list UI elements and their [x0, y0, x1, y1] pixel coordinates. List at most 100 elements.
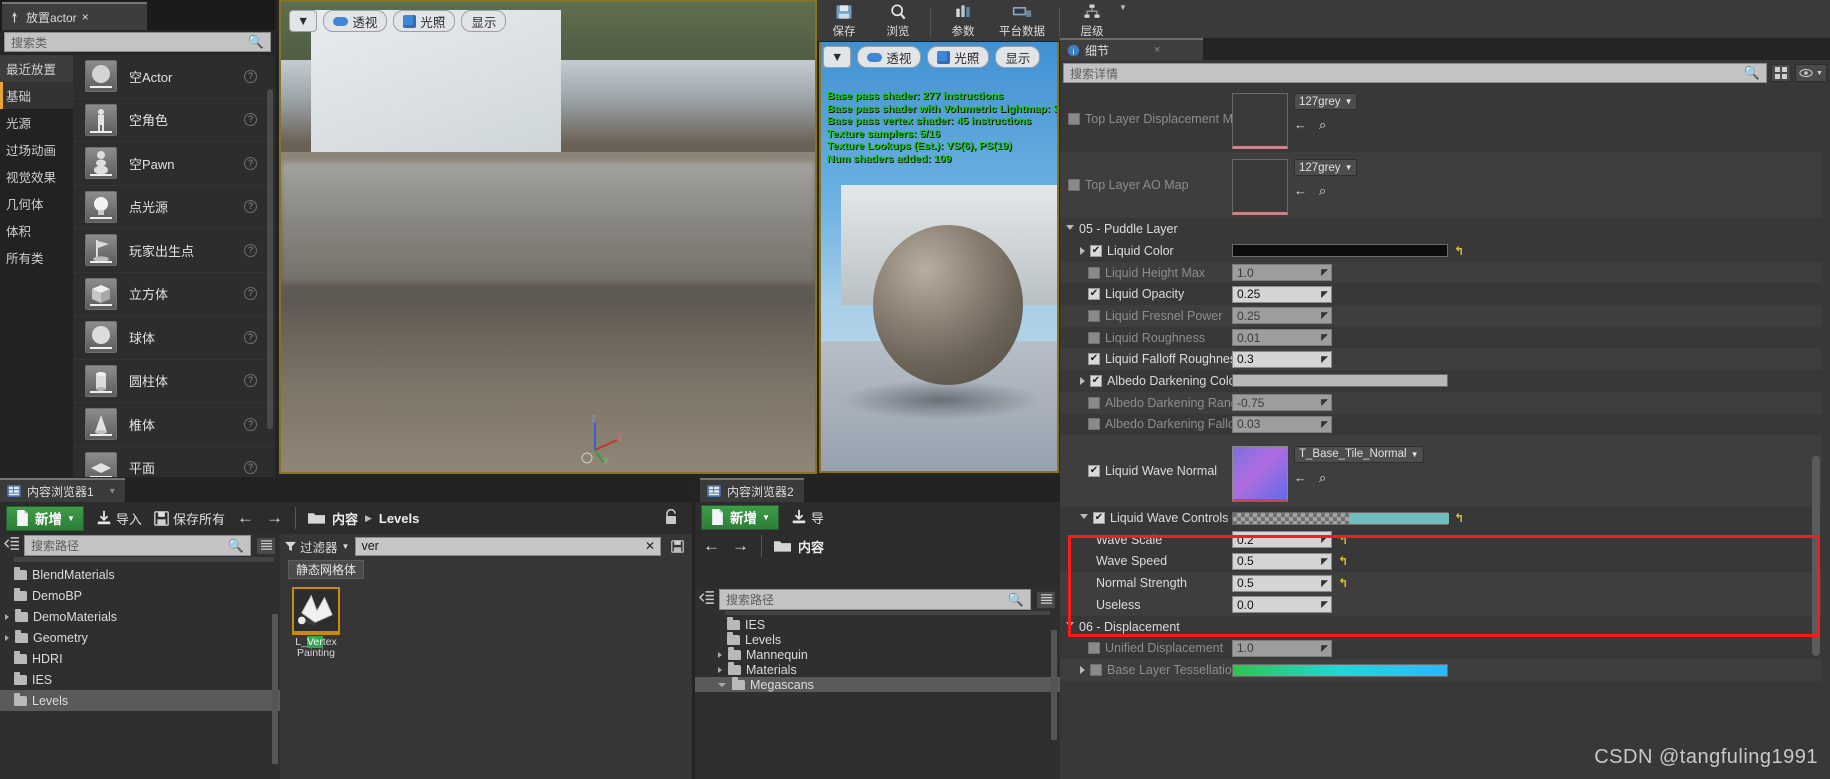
spinner-icon[interactable]: ◤ — [1321, 419, 1328, 430]
tree-folder-levels[interactable]: Levels — [0, 690, 280, 711]
help-icon[interactable]: ? — [244, 330, 257, 344]
tab-close-icon[interactable]: × — [82, 10, 89, 24]
add-new-button[interactable]: 新增 ▼ — [701, 504, 779, 530]
tree-search-input[interactable]: 搜索路径 🔍 — [24, 535, 251, 556]
color-swatch[interactable] — [1232, 374, 1448, 388]
tab-dropdown-icon[interactable]: ▾ — [110, 486, 115, 497]
browse-button[interactable]: 浏览 — [871, 0, 925, 41]
collapse-icon[interactable] — [3, 536, 19, 555]
number-input[interactable]: 0.3 ◤ — [1232, 350, 1332, 368]
spinner-icon[interactable]: ◤ — [1321, 354, 1328, 365]
reset-arrow-icon[interactable]: ↰ — [1338, 554, 1348, 568]
category-all-classes[interactable]: 所有类 — [0, 244, 73, 271]
property-value[interactable]: 0.3 ◤ — [1232, 350, 1822, 368]
asset-picker[interactable]: 127grey ▼ — [1294, 93, 1358, 110]
search-icon[interactable]: 🔍 — [248, 34, 264, 50]
property-value[interactable]: 0.03 ◤ — [1232, 415, 1822, 433]
spinner-icon[interactable]: ◤ — [1321, 310, 1328, 321]
expand-triangle-icon[interactable] — [718, 666, 722, 673]
forward-arrow-icon[interactable]: → — [732, 536, 749, 556]
property-row-liquid-height-max[interactable]: ✔ Liquid Height Max 1.0 ◤ — [1060, 261, 1822, 284]
help-icon[interactable]: ? — [244, 69, 257, 83]
tree-folder-geometry[interactable]: Geometry — [0, 627, 280, 648]
category-visual-effects[interactable]: 视觉效果 — [0, 163, 73, 190]
parameters-button[interactable]: 参数 — [936, 0, 990, 41]
checkbox-unchecked-icon[interactable]: ✔ — [1088, 418, 1100, 431]
category-cinematic[interactable]: 过场动画 — [0, 136, 73, 163]
spinner-icon[interactable]: ◤ — [1321, 289, 1328, 300]
category-row-puddle-layer[interactable]: 05 - Puddle Layer — [1060, 218, 1822, 240]
search-icon[interactable]: 🔍 — [1744, 65, 1760, 81]
spinner-icon[interactable]: ◤ — [1321, 578, 1328, 589]
place-actors-scrollbar[interactable] — [267, 89, 273, 429]
property-value[interactable]: 0.25 ◤ — [1232, 307, 1822, 325]
category-lights[interactable]: 光源 — [0, 109, 73, 136]
tree-folder-megascans[interactable]: Megascans — [695, 676, 1060, 692]
checkbox-checked-icon[interactable]: ✔ — [1088, 353, 1100, 366]
tree-folder-ies[interactable]: IES — [0, 669, 280, 690]
viewport-perspective-button[interactable]: 透视 — [323, 10, 388, 32]
asset-picker[interactable]: 127grey ▼ — [1294, 159, 1358, 176]
number-input[interactable]: 1.0 ◤ — [1232, 264, 1332, 282]
property-row-liquid-color[interactable]: ✔ Liquid Color ↰ — [1060, 240, 1822, 262]
details-scrollbar[interactable] — [1812, 456, 1820, 656]
list-item[interactable]: 空角色 ? — [73, 99, 275, 142]
help-icon[interactable]: ? — [244, 374, 257, 388]
list-icon[interactable] — [1036, 590, 1056, 609]
details-property-list[interactable]: ✔ Top Layer Displacement Ma 127grey ▼ ← … — [1060, 86, 1822, 779]
checkbox-unchecked-icon[interactable]: ✔ — [1068, 179, 1080, 191]
back-arrow-icon[interactable]: ← — [1294, 470, 1307, 486]
checkbox-unchecked-icon[interactable]: ✔ — [1088, 642, 1100, 655]
import-button[interactable]: 导 — [791, 508, 824, 527]
breadcrumb-current[interactable]: Levels — [379, 511, 419, 526]
list-item[interactable]: 圆柱体 ? — [73, 360, 275, 403]
property-value[interactable]: 0.01 ◤ — [1232, 329, 1822, 347]
back-arrow-icon[interactable]: ← — [237, 508, 254, 528]
help-icon[interactable]: ? — [244, 243, 257, 257]
material-viewport-options-button[interactable]: ▼ — [823, 46, 852, 68]
help-icon[interactable]: ? — [244, 461, 257, 475]
expand-triangle-icon[interactable] — [1080, 666, 1085, 675]
spinner-icon[interactable]: ◤ — [1321, 599, 1328, 610]
help-icon[interactable]: ? — [244, 156, 257, 170]
tree-folder-hdri[interactable]: HDRI — [0, 648, 280, 669]
chevron-down-icon[interactable]: ▼ — [1119, 3, 1127, 12]
collapse-icon[interactable] — [698, 590, 714, 609]
material-viewport-lighting-button[interactable]: 光照 — [927, 46, 990, 68]
asset-type-tag[interactable]: 静态网格体 — [288, 560, 365, 579]
property-row-wave-scale[interactable]: Wave Scale 0.2 ◤ ↰ — [1060, 529, 1822, 551]
tab-content-browser-1[interactable]: 内容浏览器1 ▾ — [0, 478, 125, 502]
list-item[interactable]: 平面 ? — [73, 447, 275, 477]
list-item[interactable]: 椎体 ? — [73, 403, 275, 447]
property-row-base-layer-tessellation[interactable]: ✔ Base Layer Tessellation Con — [1060, 659, 1822, 681]
number-input[interactable]: -0.75 ◤ — [1232, 394, 1332, 412]
lock-icon[interactable] — [664, 508, 678, 528]
viewport-show-button[interactable]: 显示 — [461, 10, 507, 32]
expand-triangle-icon[interactable] — [1066, 622, 1074, 631]
details-search-input[interactable]: 搜索详情 🔍 — [1063, 63, 1767, 83]
property-value[interactable] — [1232, 663, 1822, 677]
spinner-icon[interactable]: ◤ — [1321, 332, 1328, 343]
texture-thumbnail[interactable] — [1232, 159, 1288, 215]
property-row-unified-displacement[interactable]: ✔ Unified Displacement 1.0 ◤ — [1060, 638, 1822, 660]
property-row-useless[interactable]: Useless 0.0 ◤ — [1060, 593, 1822, 616]
checkbox-checked-icon[interactable]: ✔ — [1088, 288, 1100, 301]
tree-folder-blendmaterials[interactable]: BlendMaterials — [0, 564, 280, 585]
checkbox-unchecked-icon[interactable]: ✔ — [1088, 309, 1100, 322]
material-viewport-show-button[interactable]: 显示 — [995, 46, 1041, 68]
tree-folder-demomaterials[interactable]: DemoMaterials — [0, 606, 280, 627]
search-icon[interactable]: 🔍 — [228, 538, 244, 554]
expand-triangle-icon[interactable] — [718, 651, 722, 658]
reset-arrow-icon[interactable]: ↰ — [1454, 244, 1464, 258]
save-button[interactable]: 保存 — [817, 0, 871, 41]
list-item[interactable]: 玩家出生点 ? — [73, 229, 275, 273]
property-row-wave-speed[interactable]: Wave Speed 0.5 ◤ ↰ — [1060, 551, 1822, 573]
property-value[interactable]: 127grey ▼ ← ⌕ — [1232, 155, 1822, 215]
find-asset-icon[interactable]: ⌕ — [1319, 117, 1326, 133]
checkbox-unchecked-icon[interactable]: ✔ — [1088, 331, 1100, 344]
asset-search-input[interactable]: ver ✕ — [355, 536, 661, 556]
help-icon[interactable]: ? — [244, 200, 257, 214]
expand-triangle-icon[interactable] — [5, 634, 9, 641]
asset-card[interactable]: L_Vertex Painting — [292, 587, 340, 659]
back-arrow-icon[interactable]: ← — [1294, 183, 1307, 199]
